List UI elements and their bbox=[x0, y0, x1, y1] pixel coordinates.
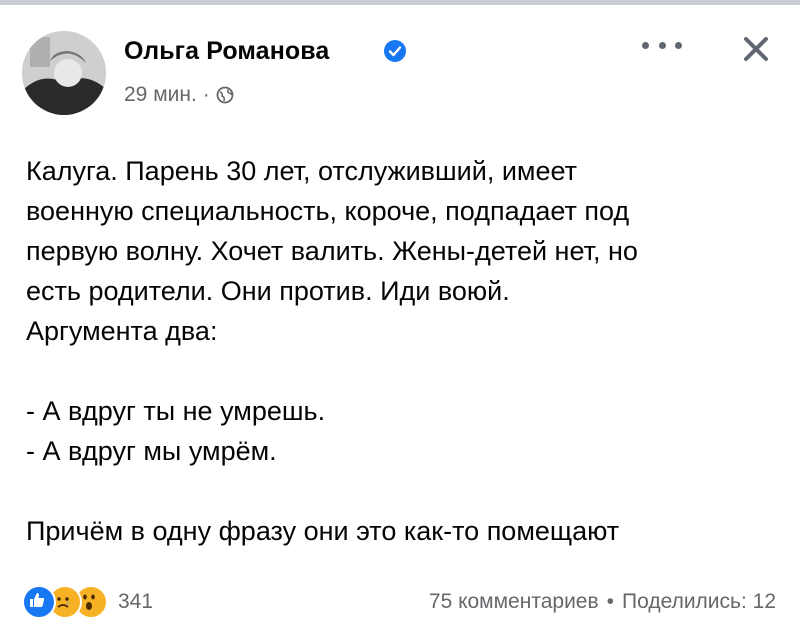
post-text: Калуга. Парень 30 лет, отслуживший, имее… bbox=[26, 151, 786, 551]
author-name[interactable]: Ольга Романова bbox=[124, 37, 329, 66]
post-line: Причём в одну фразу они это как-то помещ… bbox=[26, 516, 620, 546]
post-line: - А вдруг ты не умрешь. bbox=[26, 396, 326, 426]
verified-badge-icon bbox=[383, 39, 407, 63]
post-line: Калуга. Парень 30 лет, отслуживший, имее… bbox=[26, 156, 577, 186]
close-icon[interactable] bbox=[736, 29, 776, 69]
shares-count-link[interactable]: Поделились: 12 bbox=[622, 590, 776, 614]
like-icon bbox=[22, 585, 56, 619]
globe-icon bbox=[216, 86, 234, 104]
post-time[interactable]: 29 мин. bbox=[124, 83, 197, 107]
stats-separator: • bbox=[606, 590, 615, 613]
post-meta: 29 мин. · bbox=[124, 83, 234, 107]
comments-count-link[interactable]: 75 комментариев bbox=[429, 590, 599, 614]
post-line: Аргумента два: bbox=[26, 316, 218, 346]
avatar[interactable] bbox=[22, 31, 106, 115]
meta-separator: · bbox=[202, 83, 210, 106]
post-line: военную специальность, короче, подпадает… bbox=[26, 196, 630, 226]
more-options-icon[interactable] bbox=[642, 35, 682, 55]
post-line: первую волну. Хочет валить. Жены-детей н… bbox=[26, 236, 638, 266]
post-line: есть родители. Они против. Иди воюй. bbox=[26, 276, 510, 306]
reactions-summary[interactable]: 341 bbox=[22, 585, 153, 619]
post-stats: 75 комментариев • Поделились: 12 bbox=[429, 590, 776, 614]
post-card: Ольга Романова 29 мин. · Калуга. Парень … bbox=[0, 5, 800, 640]
post-line: - А вдруг мы умрём. bbox=[26, 436, 277, 466]
reaction-count: 341 bbox=[118, 590, 154, 613]
